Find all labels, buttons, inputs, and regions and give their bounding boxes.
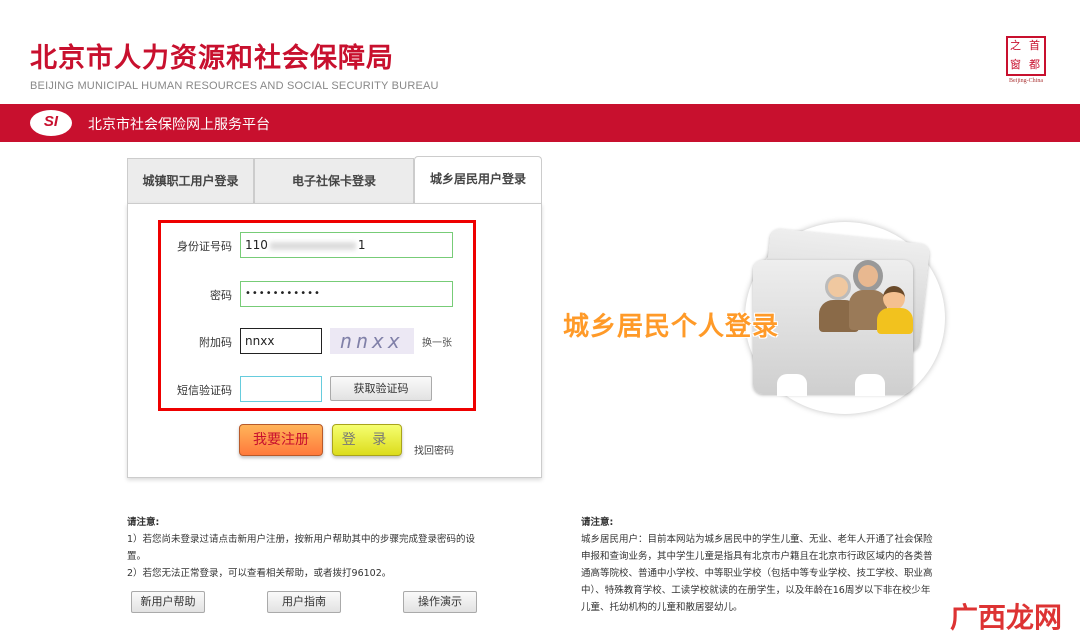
logo-text: SI [43, 113, 59, 130]
redacted-digits [269, 241, 356, 250]
elder-woman-icon [853, 260, 883, 292]
password-input[interactable]: ••••••••••• [240, 281, 453, 307]
seal-char: 都 [1029, 58, 1040, 71]
platform-bar: SI 北京市社会保险网上服务平台 [0, 104, 1080, 142]
register-button[interactable]: 我要注册 [239, 424, 323, 456]
tab-e-card-login[interactable]: 电子社保卡登录 [254, 158, 414, 204]
id-number-input[interactable]: 110 1 [240, 232, 453, 258]
seal-char: 首 [1029, 39, 1040, 52]
notice-line: 置。 [127, 551, 147, 562]
illustration-caption: 城乡居民个人登录 [563, 312, 780, 342]
notice-line: 城乡居民用户：目前本网站为城乡居民中的学生儿童、无业、老年人开通了社会保险 [581, 534, 933, 545]
capital-window-logo: 之 首 窗 都 Beijing-China [1002, 36, 1050, 84]
site-header: 北京市人力资源和社会保障局 BEIJING MUNICIPAL HUMAN RE… [0, 0, 1080, 100]
id-number-label: 身份证号码 [177, 240, 232, 253]
login-button[interactable]: 登 录 [332, 424, 402, 456]
platform-name[interactable]: 北京市社会保险网上服务平台 [88, 114, 270, 134]
refresh-captcha-link[interactable]: 换一张 [422, 334, 452, 349]
id-number-suffix: 1 [357, 238, 366, 252]
captcha-label: 附加码 [199, 336, 232, 349]
notice-line: 通高等院校、普通中小学校、中等职业学校（包括中等专业学校、技工学校、职业高 [581, 568, 933, 579]
tab-resident-login[interactable]: 城乡居民用户登录 [414, 156, 542, 204]
notice-heading: 请注意: [581, 517, 614, 528]
notice-line: 中）、特殊教育学校、工读学校就读的在册学生，以及年龄在16周岁以下非在校少年 [581, 585, 931, 596]
operation-demo-button[interactable]: 操作演示 [403, 591, 477, 613]
bureau-title: 北京市人力资源和社会保障局 [30, 43, 394, 74]
user-guide-button[interactable]: 用户指南 [267, 591, 341, 613]
notice-line: 1）若您尚未登录过请点击新用户注册，按新用户帮助其中的步骤完成登录密码的设 [127, 534, 476, 545]
forgot-password-link[interactable]: 找回密码 [414, 442, 454, 457]
watermark: 广西龙网 [950, 601, 1063, 634]
seal-caption: Beijing-China [1009, 78, 1043, 84]
captcha-input[interactable]: nnxx [240, 328, 322, 354]
login-notice: 请注意: 1）若您尚未登录过请点击新用户注册，按新用户帮助其中的步骤完成登录密码… [127, 514, 527, 582]
new-user-help-button[interactable]: 新用户帮助 [131, 591, 205, 613]
social-insurance-logo: SI [30, 110, 72, 136]
captcha-image[interactable]: nnxx [330, 328, 414, 354]
resident-notice: 请注意: 城乡居民用户：目前本网站为城乡居民中的学生儿童、无业、老年人开通了社会… [581, 514, 981, 616]
seal-char: 窗 [1010, 58, 1021, 71]
sms-code-input[interactable] [240, 376, 322, 402]
password-label: 密码 [210, 289, 232, 302]
child-icon [883, 286, 905, 310]
elder-man-icon [825, 274, 851, 300]
notice-line: 儿童、托幼机构的儿童和散居婴幼儿。 [581, 602, 743, 613]
id-number-prefix: 110 [245, 238, 268, 252]
tab-employee-login[interactable]: 城镇职工用户登录 [127, 158, 254, 204]
seal-char: 之 [1010, 39, 1021, 52]
sms-code-label: 短信验证码 [177, 384, 232, 397]
get-sms-code-button[interactable]: 获取验证码 [330, 376, 432, 401]
bureau-subtitle: BEIJING MUNICIPAL HUMAN RESOURCES AND SO… [30, 80, 439, 92]
notice-line: 申报和查询业务，其中学生儿童是指具有北京市户籍且在北京市行政区域内的各类普 [581, 551, 933, 562]
notice-heading: 请注意: [127, 517, 160, 528]
notice-line: 2）若您无法正常登录，可以查看相关帮助，或者拨打96102。 [127, 568, 392, 579]
